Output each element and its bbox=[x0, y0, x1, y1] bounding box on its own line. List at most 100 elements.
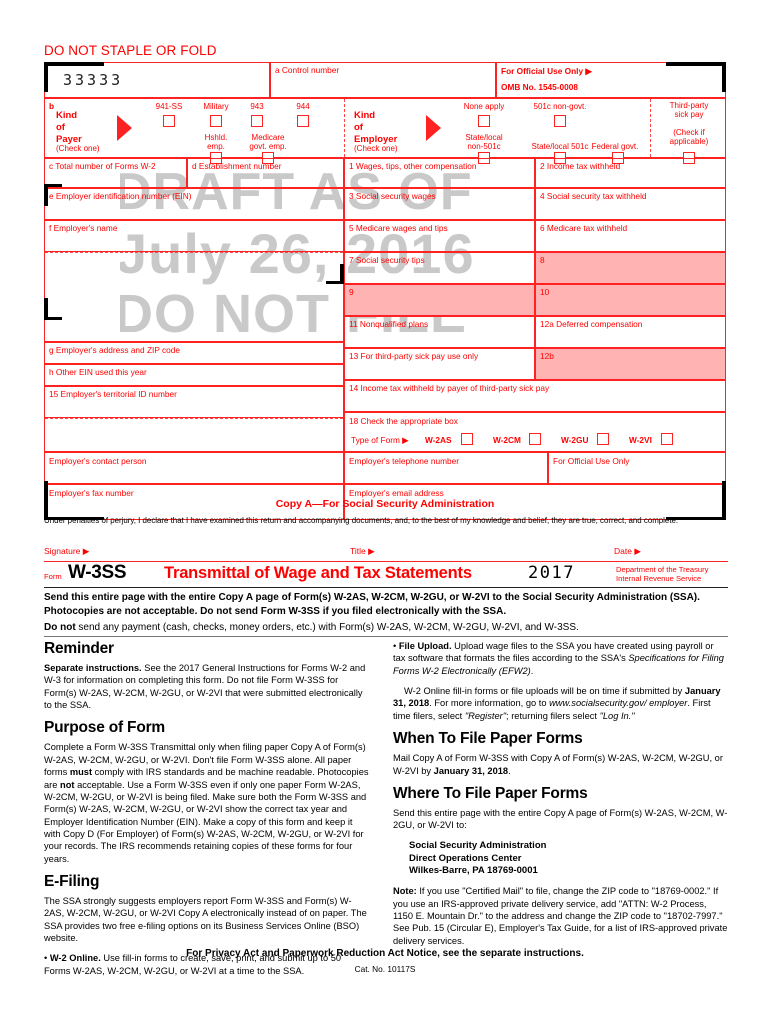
purpose-paragraph: Complete a Form W-3SS Transmittal only w… bbox=[44, 741, 369, 865]
note-text: If you use "Certified Mail" to file, cha… bbox=[393, 886, 728, 946]
payer-943-checkbox[interactable] bbox=[251, 115, 263, 127]
catalog-number: Cat. No. 10117S bbox=[354, 964, 416, 974]
file-upload-paragraph: • File Upload. Upload wage files to the … bbox=[393, 640, 728, 677]
form-type-w2vi-checkbox[interactable] bbox=[661, 433, 673, 445]
payer-military-checkbox[interactable] bbox=[210, 115, 222, 127]
kind-of-payer-line2: of bbox=[56, 121, 65, 133]
ssa-mailing-address: Social Security Administration Direct Op… bbox=[409, 840, 728, 879]
box6-medicare-tax-cell[interactable]: 6 Medicare tax withheld bbox=[535, 220, 726, 252]
send-instruction-line1: Send this entire page with the entire Co… bbox=[44, 592, 700, 617]
address-line-2: Direct Operations Center bbox=[409, 852, 522, 864]
w2-online-p-url[interactable]: www.socialsecurity.gov/ employer bbox=[549, 698, 687, 708]
box15-dashed-divider bbox=[45, 418, 343, 419]
form-page: DO NOT STAPLE OR FOLD DRAFT AS OF July 2… bbox=[0, 0, 770, 1024]
bracket-left-mid-bottom bbox=[44, 317, 62, 320]
w2-online-p-login: "Log In." bbox=[599, 710, 635, 721]
control-number-cell[interactable]: 33333 bbox=[44, 62, 270, 98]
payer-941ss-label: 941-SS bbox=[155, 102, 183, 111]
form-type-w2as-checkbox[interactable] bbox=[461, 433, 473, 445]
signature-rule bbox=[44, 561, 728, 562]
official-use-only-2-label: For Official Use Only bbox=[553, 456, 630, 466]
instructions-right-column: • File Upload. Upload wage files to the … bbox=[393, 640, 728, 955]
form-type-w2as-label: W-2AS bbox=[425, 435, 452, 445]
box3-ss-wages-cell[interactable]: 3 Social security wages bbox=[344, 188, 535, 220]
telephone-number-cell[interactable]: Employer's telephone number bbox=[344, 452, 548, 484]
employer-federal-govt-label: Federal govt. bbox=[591, 142, 639, 151]
instructions-left-column: Reminder Separate instructions. See the … bbox=[44, 640, 369, 985]
box11-nonqualified-cell[interactable]: 11 Nonqualified plans bbox=[344, 316, 535, 348]
privacy-act-notice: For Privacy Act and Paperwork Reduction … bbox=[186, 948, 584, 959]
box12a-deferred-comp-cell[interactable]: 12a Deferred compensation bbox=[535, 316, 726, 348]
box15-territorial-id-cell[interactable]: 15 Employer's territorial ID number bbox=[44, 386, 344, 418]
department-label: Department of the Treasury Internal Reve… bbox=[616, 565, 708, 584]
w2-online-p-d: ; returning filers select bbox=[506, 710, 600, 721]
box15-label: 15 Employer's territorial ID number bbox=[49, 389, 177, 399]
c-total-forms-cell[interactable]: c Total number of Forms W-2 bbox=[44, 158, 187, 188]
box2-income-tax-cell[interactable]: 2 Income tax withheld bbox=[535, 158, 726, 188]
purpose-must: must bbox=[69, 767, 93, 778]
box7-ss-tips-cell[interactable]: 7 Social security tips bbox=[344, 252, 535, 284]
box14-income-tax-thirdparty-cell[interactable]: 14 Income tax withheld by payer of third… bbox=[344, 380, 726, 412]
address-line-1: Social Security Administration bbox=[409, 839, 547, 851]
contact-person-cell[interactable]: Employer's contact person bbox=[44, 452, 344, 484]
form-type-w2gu-checkbox[interactable] bbox=[597, 433, 609, 445]
file-upload-bold: File Upload. bbox=[398, 641, 452, 651]
address-line-3: Wilkes-Barre, PA 18769-0001 bbox=[409, 865, 538, 877]
box5-medicare-wages-cell[interactable]: 5 Medicare wages and tips bbox=[344, 220, 535, 252]
contact-person-label: Employer's contact person bbox=[49, 456, 147, 466]
form-title-label: Transmittal of Wage and Tax Statements bbox=[164, 564, 472, 582]
payer-943-label: 943 bbox=[250, 102, 264, 111]
form-type-w2cm-checkbox[interactable] bbox=[529, 433, 541, 445]
box15-continuation-cell[interactable] bbox=[44, 418, 344, 452]
file-upload-text-b: . bbox=[530, 665, 534, 676]
date-label[interactable]: Date ▶ bbox=[614, 546, 641, 557]
payer-941ss-checkbox[interactable] bbox=[163, 115, 175, 127]
purpose-c: acceptable. Use a Form W-3SS even if onl… bbox=[44, 779, 367, 864]
employer-name-continuation-cell[interactable] bbox=[44, 252, 344, 342]
purpose-heading: Purpose of Form bbox=[44, 719, 166, 737]
g-address-label: g Employer's address and ZIP code bbox=[49, 345, 181, 355]
bracket-top-right-vert bbox=[722, 62, 726, 92]
employer-501c-nongovt-checkbox[interactable] bbox=[554, 115, 566, 127]
box8-label: 8 bbox=[540, 255, 545, 265]
reminder-bold: Separate instructions. bbox=[44, 663, 142, 673]
box4-label: 4 Social security tax withheld bbox=[540, 191, 647, 201]
official-use-only-cell: For Official Use Only ▶ OMB No. 1545-000… bbox=[496, 62, 726, 98]
form-word-label: Form bbox=[44, 572, 62, 581]
when-to-file-paragraph: Mail Copy A of Form W-3SS with Copy A of… bbox=[393, 752, 728, 777]
employer-none-apply-checkbox[interactable] bbox=[478, 115, 490, 127]
when-text-date: January 31, 2018 bbox=[433, 765, 509, 776]
telephone-number-label: Employer's telephone number bbox=[349, 456, 459, 466]
reminder-heading: Reminder bbox=[44, 640, 114, 657]
where-to-file-paragraph: Send this entire page with the entire Co… bbox=[393, 807, 728, 831]
copy-a-heading: Copy A—For Social Security Administratio… bbox=[275, 498, 495, 510]
box13-third-party-cell[interactable]: 13 For third-party sick pay use only bbox=[344, 348, 535, 380]
box4-ss-tax-cell[interactable]: 4 Social security tax withheld bbox=[535, 188, 726, 220]
do-not-rest: send any payment (cash, checks, money or… bbox=[75, 622, 579, 633]
payer-medicare-label-line2: govt. emp. bbox=[249, 141, 287, 151]
box10-label: 10 bbox=[540, 287, 550, 297]
d-establishment-cell[interactable]: d Establishment number bbox=[187, 158, 344, 188]
efiling-heading: E-Filing bbox=[44, 873, 100, 891]
b-marker-label: b bbox=[49, 101, 55, 111]
signature-label[interactable]: Signature ▶ bbox=[44, 546, 89, 557]
employer-state-local-non501c-line2: non-501c bbox=[467, 141, 501, 151]
bracket-mid-right-vert bbox=[340, 264, 344, 284]
tax-year-label: 2017 bbox=[528, 563, 575, 583]
box8-cell: 8 bbox=[535, 252, 726, 284]
f-employer-name-cell[interactable]: f Employer's name bbox=[44, 220, 344, 252]
a-control-number-cell[interactable]: a Control number bbox=[270, 62, 496, 98]
g-address-cell[interactable]: g Employer's address and ZIP code bbox=[44, 342, 344, 364]
box1-wages-cell[interactable]: 1 Wages, tips, other compensation bbox=[344, 158, 535, 188]
h-other-ein-cell[interactable]: h Other EIN used this year bbox=[44, 364, 344, 386]
kind-of-employer-line2: of bbox=[354, 121, 363, 133]
perjury-statement: Under penalties of perjury, I declare th… bbox=[44, 516, 679, 525]
box12b-cell: 12b bbox=[535, 348, 726, 380]
title-label[interactable]: Title ▶ bbox=[350, 546, 375, 557]
kind-of-payer-line1: Kind bbox=[56, 110, 78, 121]
payer-944-checkbox[interactable] bbox=[297, 115, 309, 127]
e-ein-cell[interactable]: e Employer identification number (EIN) bbox=[44, 188, 344, 220]
where-to-file-heading: Where To File Paper Forms bbox=[393, 784, 588, 802]
payer-hshld-label-line2: emp. bbox=[207, 141, 225, 151]
box9-label: 9 bbox=[349, 287, 354, 297]
